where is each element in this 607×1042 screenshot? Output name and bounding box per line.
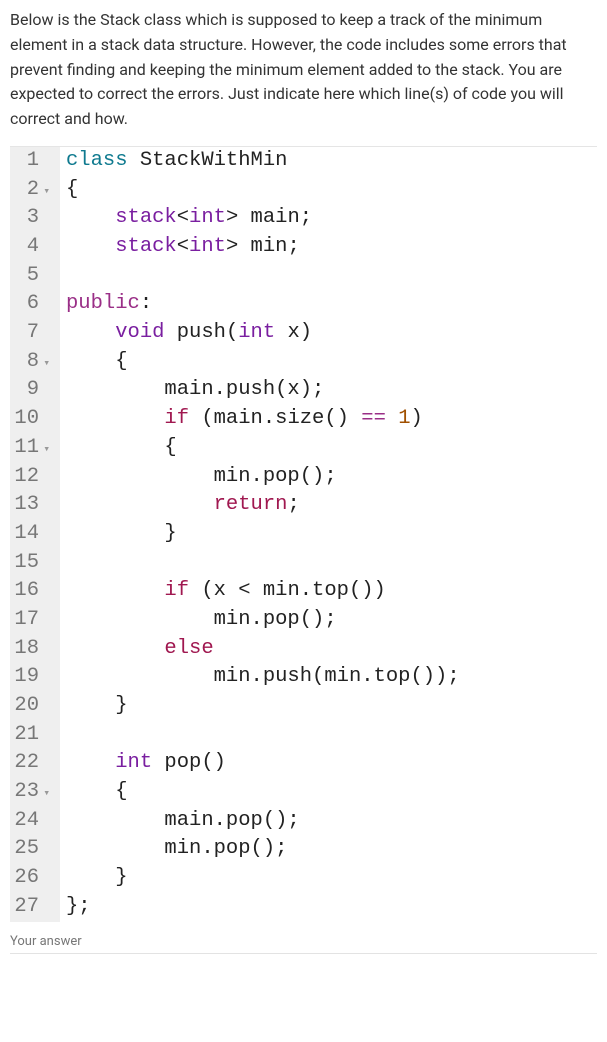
- code-line: 26 }: [10, 864, 597, 893]
- line-number: 22: [10, 749, 60, 778]
- code-content: }: [60, 520, 597, 549]
- line-number: 17: [10, 606, 60, 635]
- line-number: 10: [10, 405, 60, 434]
- code-content: min.pop();: [60, 606, 597, 635]
- code-content: int pop(): [60, 749, 597, 778]
- code-line: 27};: [10, 893, 597, 922]
- line-number: 24: [10, 807, 60, 836]
- code-content: [60, 721, 597, 750]
- code-content: main.pop();: [60, 807, 597, 836]
- line-number: 18: [10, 635, 60, 664]
- code-line: 8▾ {: [10, 348, 597, 377]
- line-number: 13: [10, 491, 60, 520]
- code-line: 25 min.pop();: [10, 835, 597, 864]
- code-line: 6public:: [10, 290, 597, 319]
- code-block: 1class StackWithMin2▾{3 stack<int> main;…: [10, 146, 597, 922]
- line-number: 23▾: [10, 778, 60, 807]
- line-number: 8▾: [10, 348, 60, 377]
- line-number: 4: [10, 233, 60, 262]
- code-line: 1class StackWithMin: [10, 147, 597, 176]
- code-line: 10 if (main.size() == 1): [10, 405, 597, 434]
- code-content: if (main.size() == 1): [60, 405, 597, 434]
- fold-toggle-icon[interactable]: ▾: [42, 787, 50, 802]
- line-number: 25: [10, 835, 60, 864]
- code-line: 19 min.push(min.top());: [10, 663, 597, 692]
- code-content: min.pop();: [60, 835, 597, 864]
- code-content: stack<int> min;: [60, 233, 597, 262]
- line-number: 21: [10, 721, 60, 750]
- code-content: }: [60, 864, 597, 893]
- code-line: 9 main.push(x);: [10, 376, 597, 405]
- line-number: 20: [10, 692, 60, 721]
- line-number: 2▾: [10, 176, 60, 205]
- code-content: {: [60, 176, 597, 205]
- code-content: public:: [60, 290, 597, 319]
- fold-toggle-icon[interactable]: ▾: [42, 357, 50, 372]
- code-content: {: [60, 434, 597, 463]
- code-content: void push(int x): [60, 319, 597, 348]
- code-content: stack<int> main;: [60, 204, 597, 233]
- line-number: 7: [10, 319, 60, 348]
- line-number: 27: [10, 893, 60, 922]
- code-line: 2▾{: [10, 176, 597, 205]
- code-content: }: [60, 692, 597, 721]
- code-line: 20 }: [10, 692, 597, 721]
- line-number: 12: [10, 463, 60, 492]
- code-content: min.push(min.top());: [60, 663, 597, 692]
- code-content: {: [60, 778, 597, 807]
- code-line: 14 }: [10, 520, 597, 549]
- code-line: 13 return;: [10, 491, 597, 520]
- line-number: 19: [10, 663, 60, 692]
- code-line: 4 stack<int> min;: [10, 233, 597, 262]
- code-line: 17 min.pop();: [10, 606, 597, 635]
- code-line: 16 if (x < min.top()): [10, 577, 597, 606]
- fold-toggle-icon[interactable]: ▾: [42, 185, 50, 200]
- code-line: 11▾ {: [10, 434, 597, 463]
- code-content: else: [60, 635, 597, 664]
- code-content: [60, 549, 597, 578]
- code-content: main.push(x);: [60, 376, 597, 405]
- line-number: 14: [10, 520, 60, 549]
- code-content: min.pop();: [60, 463, 597, 492]
- question-text: Below is the Stack class which is suppos…: [10, 8, 597, 132]
- code-content: if (x < min.top()): [60, 577, 597, 606]
- line-number: 1: [10, 147, 60, 176]
- code-line: 18 else: [10, 635, 597, 664]
- code-content: {: [60, 348, 597, 377]
- line-number: 16: [10, 577, 60, 606]
- line-number: 5: [10, 262, 60, 291]
- code-line: 22 int pop(): [10, 749, 597, 778]
- line-number: 15: [10, 549, 60, 578]
- line-number: 3: [10, 204, 60, 233]
- code-line: 24 main.pop();: [10, 807, 597, 836]
- code-line: 5: [10, 262, 597, 291]
- line-number: 9: [10, 376, 60, 405]
- code-content: [60, 262, 597, 291]
- code-line: 12 min.pop();: [10, 463, 597, 492]
- code-line: 23▾ {: [10, 778, 597, 807]
- code-content: class StackWithMin: [60, 147, 597, 176]
- line-number: 26: [10, 864, 60, 893]
- code-content: };: [60, 893, 597, 922]
- code-content: return;: [60, 491, 597, 520]
- fold-toggle-icon[interactable]: ▾: [42, 443, 50, 458]
- code-line: 7 void push(int x): [10, 319, 597, 348]
- line-number: 11▾: [10, 434, 60, 463]
- code-line: 15: [10, 549, 597, 578]
- answer-label: Your answer: [10, 934, 597, 954]
- code-line: 3 stack<int> main;: [10, 204, 597, 233]
- line-number: 6: [10, 290, 60, 319]
- code-line: 21: [10, 721, 597, 750]
